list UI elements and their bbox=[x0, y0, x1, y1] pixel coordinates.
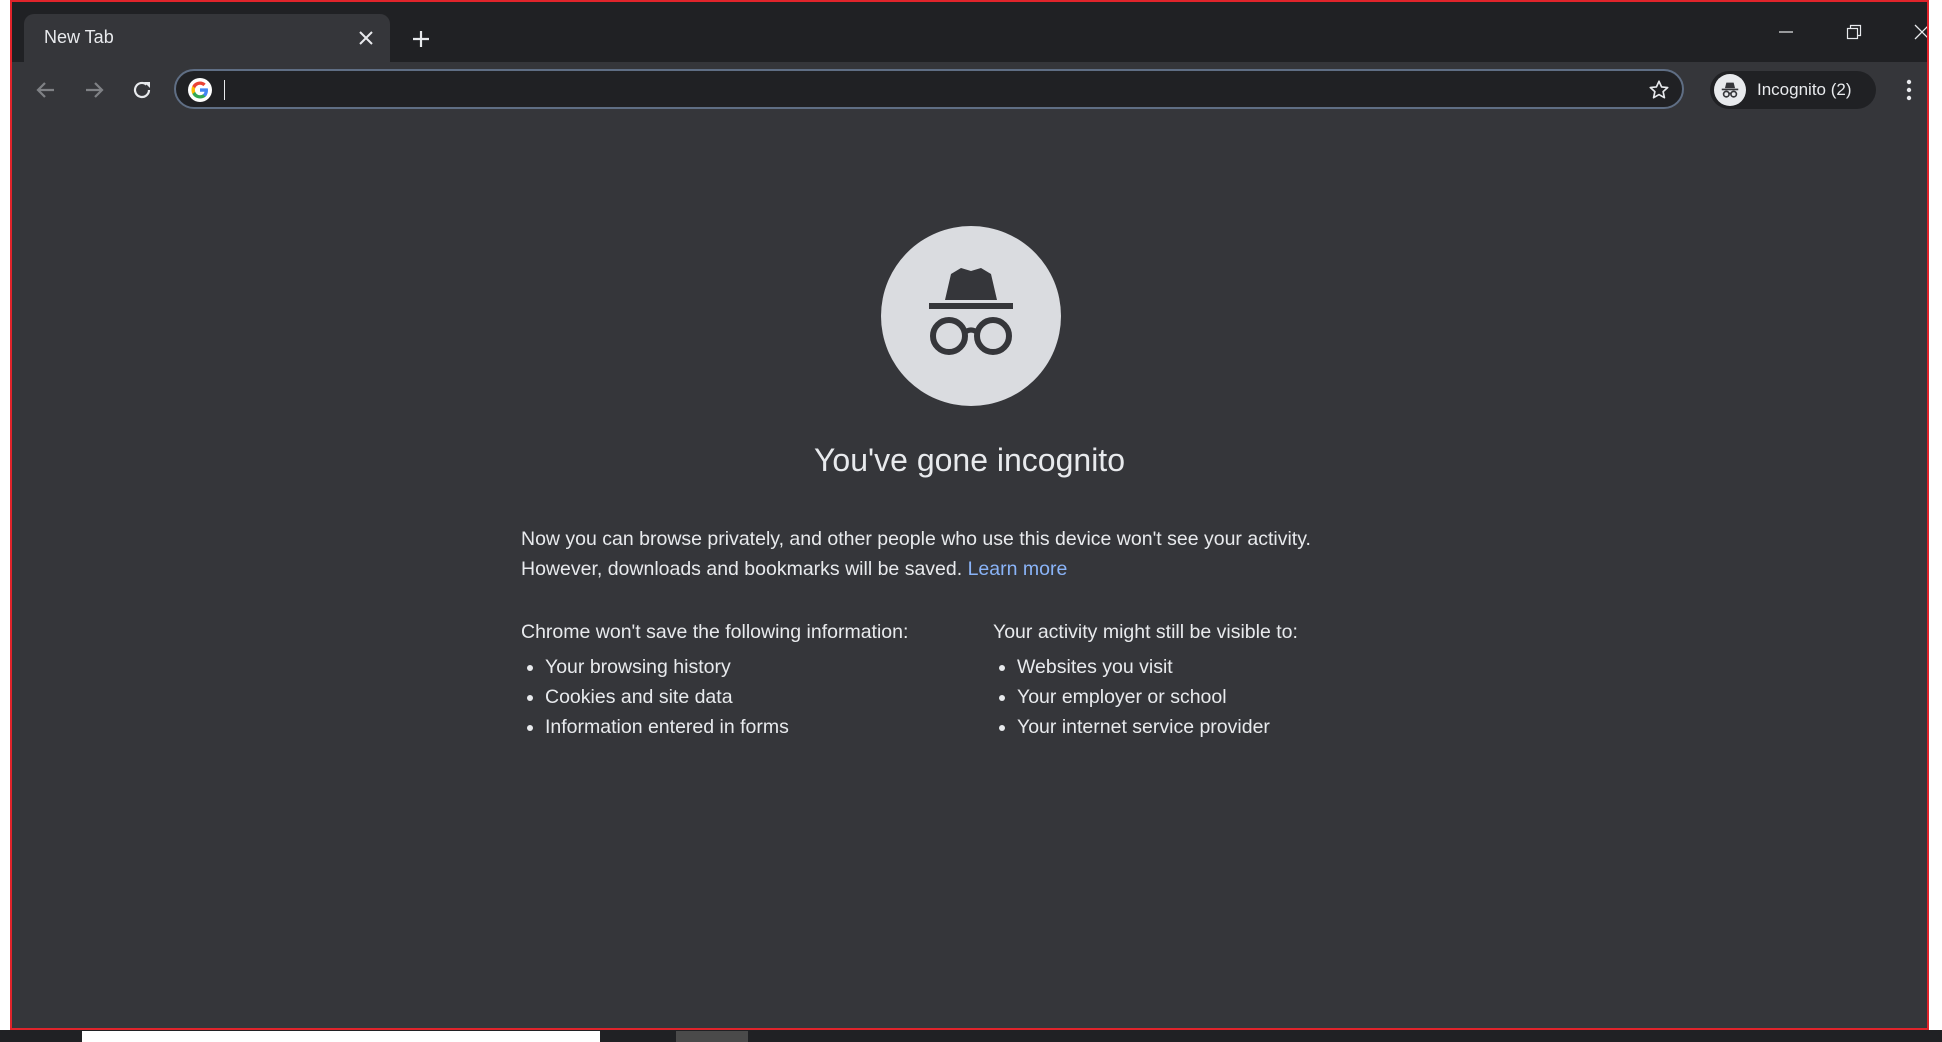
not-saved-section: Chrome won't save the following informat… bbox=[521, 616, 981, 742]
arrow-left-icon bbox=[36, 82, 54, 98]
list-item: Information entered in forms bbox=[545, 712, 981, 742]
not-saved-title: Chrome won't save the following informat… bbox=[521, 621, 909, 643]
list-item: Your employer or school bbox=[1017, 682, 1453, 712]
browser-window: New Tab Incognito (2) You've gone incogn… bbox=[10, 0, 1929, 1030]
arrow-right-icon bbox=[86, 82, 104, 98]
learn-more-link[interactable]: Learn more bbox=[968, 558, 1068, 580]
restore-icon bbox=[1846, 24, 1862, 40]
back-button[interactable] bbox=[26, 70, 66, 110]
list-item: Your internet service provider bbox=[1017, 712, 1453, 742]
profile-label: Incognito (2) bbox=[1757, 80, 1852, 99]
close-icon[interactable] bbox=[352, 24, 380, 52]
not-saved-list: Your browsing history Cookies and site d… bbox=[521, 652, 981, 742]
still-visible-list: Websites you visit Your employer or scho… bbox=[993, 652, 1453, 742]
still-visible-title: Your activity might still be visible to: bbox=[993, 621, 1298, 643]
toolbar: Incognito (2) bbox=[12, 62, 1927, 118]
text-cursor bbox=[224, 80, 225, 100]
more-vertical-icon[interactable] bbox=[1894, 74, 1924, 106]
google-icon bbox=[188, 78, 212, 102]
minimize-icon bbox=[1779, 31, 1793, 33]
list-item: Cookies and site data bbox=[545, 682, 981, 712]
reload-icon bbox=[133, 81, 151, 99]
profile-button[interactable]: Incognito (2) bbox=[1710, 71, 1876, 109]
reload-button[interactable] bbox=[122, 70, 162, 110]
tab-new-tab[interactable]: New Tab bbox=[24, 14, 390, 62]
list-item: Websites you visit bbox=[1017, 652, 1453, 682]
omnibox-input[interactable] bbox=[222, 75, 1606, 105]
address-bar[interactable] bbox=[174, 69, 1684, 109]
intro-text: Now you can browse privately, and other … bbox=[521, 524, 1421, 584]
restore-button[interactable] bbox=[1829, 12, 1879, 52]
tab-strip: New Tab bbox=[12, 2, 1927, 62]
taskbar-item[interactable] bbox=[82, 1031, 600, 1042]
tab-title: New Tab bbox=[44, 27, 114, 47]
intro-line-2: However, downloads and bookmarks will be… bbox=[521, 558, 963, 580]
new-tab-button[interactable] bbox=[404, 22, 438, 56]
taskbar-item[interactable] bbox=[676, 1031, 748, 1042]
minimize-button[interactable] bbox=[1761, 12, 1811, 52]
intro-line-1: Now you can browse privately, and other … bbox=[521, 528, 1311, 550]
incognito-page: You've gone incognito Now you can browse… bbox=[12, 118, 1927, 1028]
page-heading: You've gone incognito bbox=[814, 442, 1125, 478]
plus-icon bbox=[413, 31, 429, 47]
star-icon[interactable] bbox=[1644, 75, 1674, 105]
incognito-icon bbox=[1714, 74, 1746, 106]
still-visible-section: Your activity might still be visible to:… bbox=[993, 616, 1453, 742]
list-item: Your browsing history bbox=[545, 652, 981, 682]
close-icon bbox=[1914, 24, 1927, 40]
window-close-button[interactable] bbox=[1897, 12, 1927, 52]
incognito-icon bbox=[881, 226, 1061, 406]
forward-button[interactable] bbox=[74, 70, 114, 110]
